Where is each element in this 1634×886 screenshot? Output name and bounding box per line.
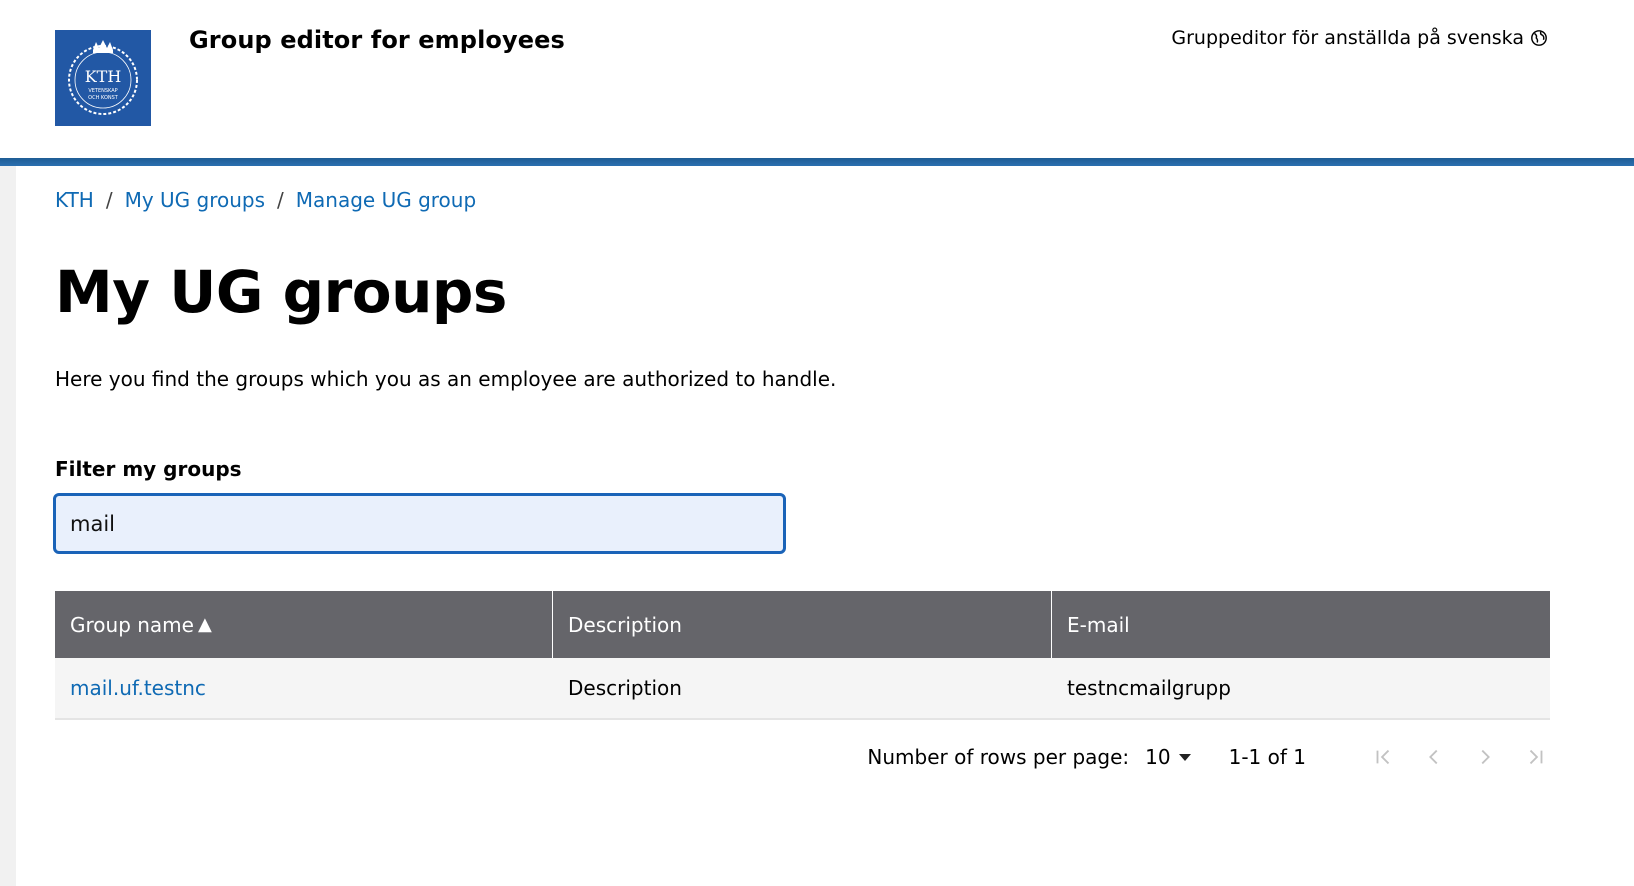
sort-ascending-icon: ▲ [197,614,212,635]
left-margin-strip [0,166,16,886]
page-title: My UG groups [55,258,507,326]
breadcrumb-item-my-ug-groups[interactable]: My UG groups [125,188,265,212]
last-page-button[interactable] [1522,743,1550,771]
table-header: Group name ▲ Description E-mail [55,591,1550,658]
rows-per-page-select[interactable]: 10 [1145,745,1191,769]
cell-description: Description [568,676,682,700]
next-page-button[interactable] [1471,743,1499,771]
pagination-range: 1-1 of 1 [1228,745,1306,769]
kth-logo[interactable]: KTH VETENSKAP OCH KONST [55,30,151,126]
last-page-icon [1529,749,1543,765]
rows-per-page-label: Number of rows per page: [867,745,1130,769]
group-name-link[interactable]: mail.uf.testnc [70,676,206,700]
filter-input[interactable] [53,493,786,554]
next-page-icon [1481,749,1490,765]
breadcrumb-separator: / [277,188,284,212]
breadcrumb-item-kth[interactable]: KTH [55,188,94,212]
language-switch-label: Gruppeditor för anställda på svenska [1171,27,1524,49]
column-header-group-name[interactable]: Group name ▲ [55,591,553,658]
kth-logo-icon: KTH VETENSKAP OCH KONST [55,30,151,126]
table-pagination: Number of rows per page: 10 1-1 of 1 [867,740,1550,774]
page-intro: Here you find the groups which you as an… [55,367,837,391]
logo-text: KTH [85,67,122,86]
breadcrumb-separator: / [105,188,113,212]
column-header-label: E-mail [1067,612,1130,637]
logo-subtext-2: OCH KONST [88,95,119,101]
site-title: Group editor for employees [189,26,565,54]
previous-page-button[interactable] [1420,743,1448,771]
column-header-description: Description [553,591,1052,658]
first-page-button[interactable] [1369,743,1397,771]
language-switch-link[interactable]: Gruppeditor för anställda på svenska [1171,27,1548,49]
rows-per-page-value: 10 [1145,745,1171,769]
groups-table: Group name ▲ Description E-mail mail.uf.… [55,591,1550,720]
previous-page-icon [1429,749,1438,765]
first-page-icon [1376,749,1390,765]
caret-down-icon [1178,753,1191,761]
cell-group-name: mail.uf.testnc [55,658,553,718]
cell-email: testncmailgrupp [1067,676,1231,700]
table-row: mail.uf.testnc Description testncmailgru… [55,658,1550,720]
breadcrumb: KTH / My UG groups / Manage UG group [55,188,476,212]
column-header-label: Description [568,612,682,637]
logo-subtext-1: VETENSKAP [88,88,117,94]
site-header: KTH VETENSKAP OCH KONST Group editor for… [0,0,1634,166]
header-accent-bar [0,158,1634,166]
filter-label: Filter my groups [55,457,242,481]
breadcrumb-item-manage-ug-group[interactable]: Manage UG group [296,188,476,212]
column-header-email: E-mail [1052,591,1550,658]
globe-icon [1531,30,1547,46]
column-header-label: Group name [70,612,194,637]
